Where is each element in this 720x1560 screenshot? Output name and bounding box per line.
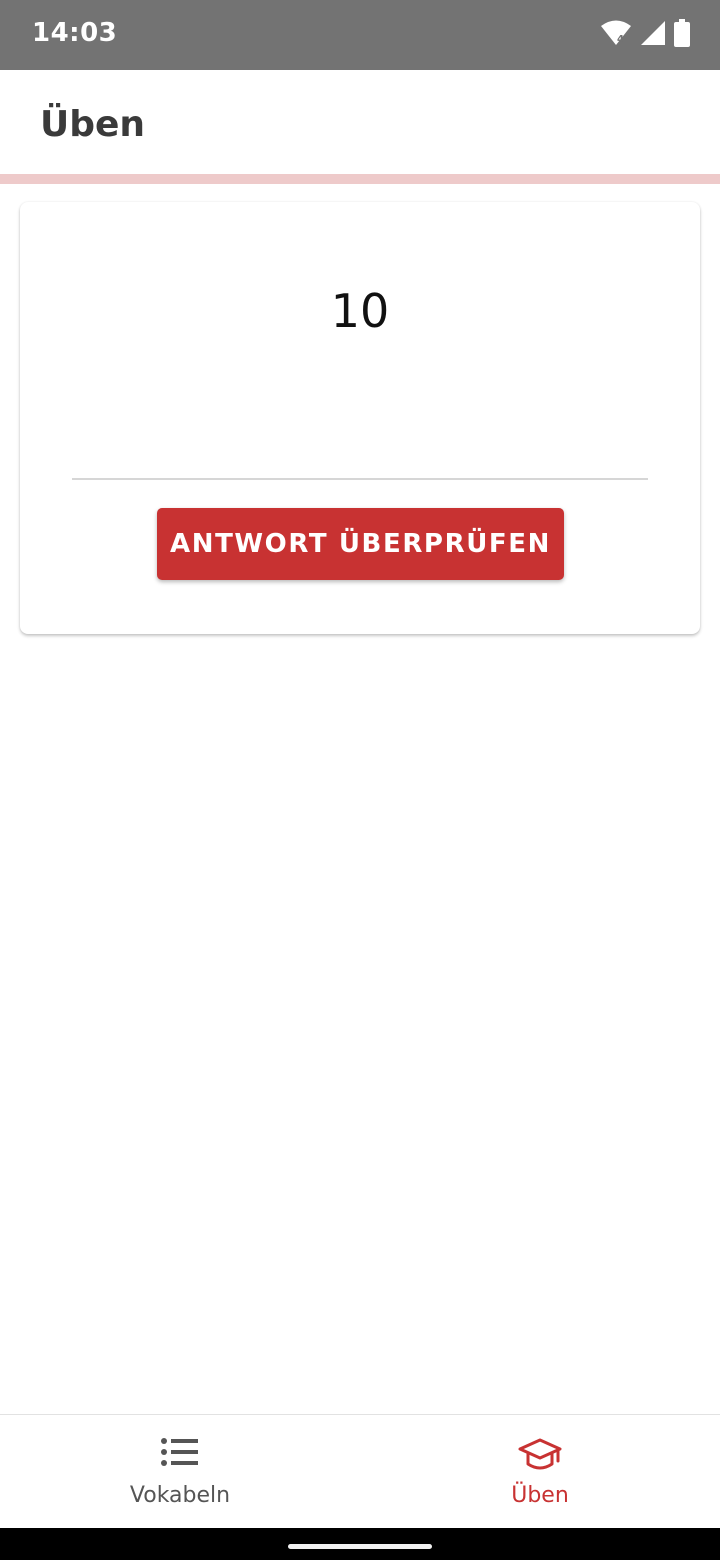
battery-icon [674,18,690,52]
network-badge: 4 [617,34,624,45]
graduation-cap-icon [518,1437,562,1478]
page-title: Üben [40,104,146,145]
nav-item-ueben[interactable]: Üben [360,1415,720,1529]
bottom-navigation: Vokabeln Üben [0,1414,720,1528]
nav-item-vokabeln[interactable]: Vokabeln [0,1415,360,1529]
system-navigation-bar [0,1528,720,1560]
cell-signal-icon [640,20,666,51]
list-icon [160,1437,200,1472]
nav-label-vokabeln: Vokabeln [129,1483,231,1508]
status-icons: 4 [600,18,690,52]
practice-card: 10 ANTWORT ÜBERPRÜFEN [20,202,700,634]
nav-label-ueben: Üben [511,1483,569,1508]
question-text: 10 [330,284,390,338]
app-bar-divider [0,174,720,184]
answer-input[interactable] [72,414,648,480]
app-bar: Üben [0,70,720,174]
status-bar: 14:03 4 [0,0,720,70]
check-answer-button[interactable]: ANTWORT ÜBERPRÜFEN [157,508,564,580]
home-gesture-handle[interactable] [288,1544,432,1549]
status-time: 14:03 [32,18,118,48]
wifi-icon: 4 [600,20,632,51]
